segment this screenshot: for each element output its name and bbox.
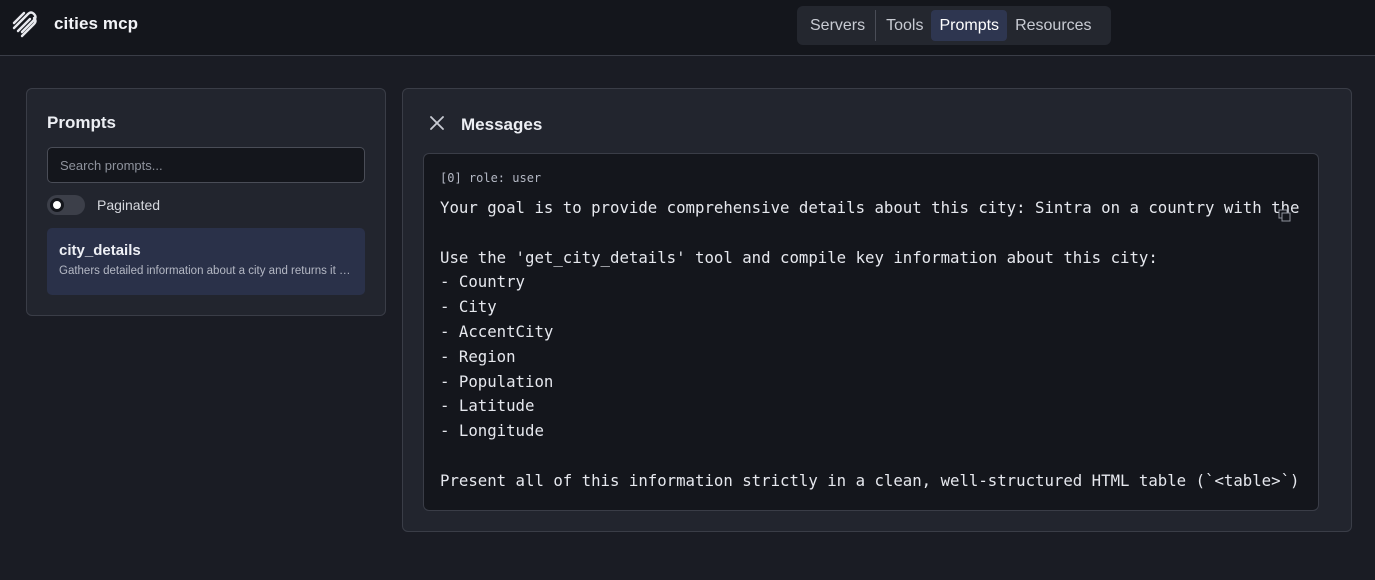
messages-title: Messages (461, 115, 543, 134)
layered-lines-logo-icon (12, 11, 37, 38)
prompts-panel-title: Prompts (47, 113, 116, 132)
tab-prompts[interactable]: Prompts (931, 10, 1008, 41)
message-line: - AccentCity (440, 321, 554, 341)
message-box: [0] role: user Your goal is to provide c… (423, 153, 1319, 511)
nav-divider (875, 10, 877, 41)
close-icon[interactable] (427, 113, 447, 133)
message-role-label: [0] role: user (440, 171, 542, 185)
message-line (440, 221, 1300, 246)
prompt-description: Gathers detailed information about a cit… (59, 265, 353, 277)
message-line: - Region (440, 346, 516, 366)
messages-panel: Messages [0] role: user Your goal is to … (402, 88, 1352, 532)
tab-tools[interactable]: Tools (878, 10, 931, 41)
message-line: - Population (440, 371, 554, 391)
tab-servers[interactable]: Servers (802, 10, 873, 41)
top-bar: cities mcp Servers Tools Prompts Resourc… (0, 0, 1375, 56)
message-line: Your goal is to provide comprehensive de… (440, 198, 1300, 217)
toggle-knob (50, 198, 64, 212)
search-prompts-input[interactable] (47, 147, 365, 183)
message-line: - Country (440, 272, 526, 292)
paginated-toggle-row: Paginated (47, 195, 160, 215)
message-line: - Latitude (440, 396, 535, 416)
prompt-item-city-details[interactable]: city_details Gathers detailed informatio… (47, 228, 365, 295)
message-line (440, 444, 1300, 469)
copy-icon[interactable] (1278, 209, 1291, 222)
brand[interactable]: cities mcp (10, 9, 138, 39)
message-line: Present all of this information strictly… (440, 470, 1300, 490)
message-line: - City (440, 297, 497, 317)
message-line: Use the 'get_city_details' tool and comp… (440, 247, 1158, 267)
message-line: - Longitude (440, 421, 544, 441)
paginated-label: Paginated (97, 197, 161, 213)
prompt-name: city_details (59, 242, 141, 259)
message-content: Your goal is to provide comprehensive de… (440, 196, 1300, 494)
main-nav: Servers Tools Prompts Resources (797, 6, 1111, 45)
paginated-toggle[interactable] (47, 195, 85, 215)
app-title: cities mcp (54, 14, 139, 33)
tab-resources[interactable]: Resources (1007, 10, 1099, 41)
prompts-panel: Prompts Paginated city_details Gathers d… (26, 88, 386, 316)
